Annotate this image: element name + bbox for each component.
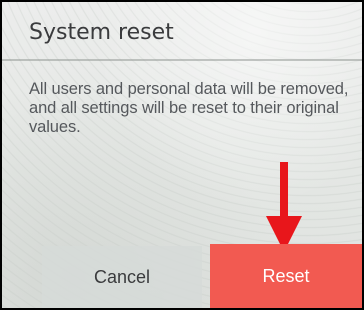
dialog-title: System reset [29, 20, 174, 45]
reset-button[interactable]: Reset [210, 244, 362, 308]
cancel-button[interactable]: Cancel [42, 246, 202, 308]
photo-frame: System reset All users and personal data… [0, 0, 364, 310]
arrow-down-icon [266, 162, 302, 252]
dialog-message: All users and personal data will be remo… [29, 80, 349, 136]
system-reset-dialog: System reset All users and personal data… [2, 2, 362, 308]
title-divider [2, 59, 362, 61]
